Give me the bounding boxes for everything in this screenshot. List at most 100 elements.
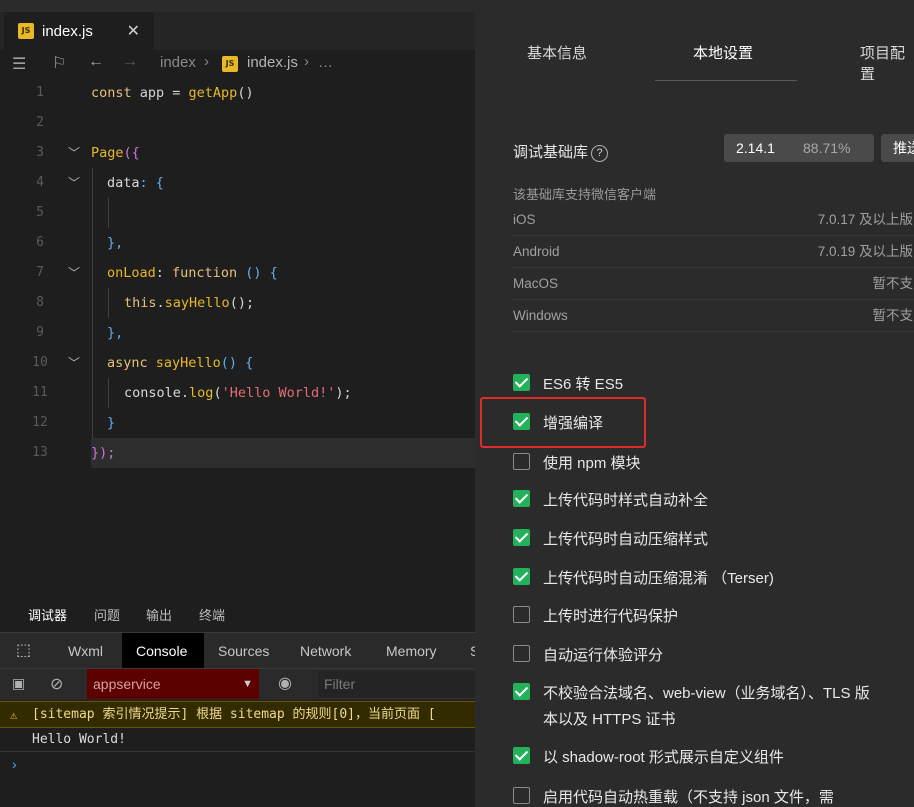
tab-local-settings[interactable]: 本地设置 <box>693 42 753 63</box>
tab-output[interactable]: 输出 <box>146 605 172 624</box>
line-number: 11 <box>32 385 48 400</box>
os-name: MacOS <box>513 276 559 291</box>
tab-label: index.js <box>42 22 93 40</box>
option-label: 上传时进行代码保护 <box>543 608 679 625</box>
tab-debugger[interactable]: 调试器 <box>28 605 67 624</box>
checkbox-unchecked[interactable] <box>513 787 530 804</box>
option-label: 上传代码时样式自动补全 <box>543 492 709 509</box>
tab-memory[interactable]: Memory <box>376 633 447 669</box>
os-name: Windows <box>513 308 568 323</box>
breadcrumb-more[interactable]: … <box>318 54 333 71</box>
inspect-element-icon[interactable]: ⬚ <box>6 633 41 669</box>
line-number: 1 <box>36 85 44 100</box>
editor-pane: JS index.js ✕ ☰ ⚐ ← → index › JS index.j… <box>0 0 475 807</box>
code-line: 9 }, <box>0 318 475 348</box>
fold-chevron-icon[interactable]: ﹀ <box>68 258 80 288</box>
bookmark-icon[interactable]: ⚐ <box>52 53 66 73</box>
checkbox-checked[interactable] <box>513 490 530 507</box>
fold-chevron-icon[interactable]: ﹀ <box>68 138 80 168</box>
option-label: 上传代码时自动压缩样式 <box>543 531 709 548</box>
tab-index-js[interactable]: JS index.js ✕ <box>4 12 154 50</box>
console-prompt[interactable]: › <box>0 752 475 776</box>
option-label: 上传代码时自动压缩混淆 （Terser) <box>543 570 774 587</box>
code-editor[interactable]: 1 const app = getApp() 2 3 ﹀ Page({ 4 ﹀ … <box>0 78 475 478</box>
tab-console[interactable]: Console <box>122 633 204 669</box>
os-version: 暂不支 <box>872 308 914 323</box>
code-line: 10 ﹀ async sayHello() { <box>0 348 475 378</box>
checkbox-unchecked[interactable] <box>513 606 530 623</box>
lib-version-select[interactable]: 2.14.1 88.71% <box>724 134 874 162</box>
os-row-android: Android 7.0.19 及以上版 <box>513 236 914 268</box>
context-select[interactable]: appservice ▼ <box>87 669 259 699</box>
os-version: 7.0.19 及以上版 <box>817 244 913 259</box>
close-icon[interactable]: ✕ <box>127 21 140 41</box>
breadcrumb-folder[interactable]: index <box>160 54 196 71</box>
option-label: 以 shadow-root 形式展示自定义组件 <box>543 749 784 766</box>
line-number: 9 <box>36 325 44 340</box>
code-line: 2 <box>0 108 475 138</box>
line-number: 2 <box>36 115 44 130</box>
dropdown-arrow-icon: ▼ <box>242 678 253 690</box>
line-number: 4 <box>36 175 44 190</box>
line-number: 5 <box>36 205 44 220</box>
tab-sources[interactable]: Sources <box>208 633 279 669</box>
line-number: 3 <box>36 145 44 160</box>
tab-network[interactable]: Network <box>290 633 361 669</box>
fold-chevron-icon[interactable]: ﹀ <box>68 168 80 198</box>
checkbox-checked[interactable] <box>513 413 530 430</box>
chevron-right-icon: › <box>204 53 209 70</box>
option-label: 启用代码自动热重载（不支持 json 文件，需 <box>543 789 834 806</box>
os-row-macos: MacOS 暂不支 <box>513 268 914 300</box>
checkbox-checked[interactable] <box>513 683 530 700</box>
checkbox-checked[interactable] <box>513 568 530 585</box>
eye-icon[interactable]: ◉ <box>278 673 292 693</box>
support-text: 该基础库支持微信客户端 <box>513 187 657 202</box>
tab-problems[interactable]: 问题 <box>94 605 120 624</box>
push-button[interactable]: 推送 <box>881 134 914 162</box>
option-label: ES6 转 ES5 <box>543 376 624 393</box>
os-row-windows: Windows 暂不支 <box>513 300 914 332</box>
back-arrow-icon[interactable]: ← <box>88 53 104 71</box>
code-line: 12 } <box>0 408 475 438</box>
code-line: 13 }); <box>0 438 475 468</box>
os-name: Android <box>513 244 560 259</box>
os-version: 7.0.17 及以上版 <box>817 212 913 227</box>
checkbox-unchecked[interactable] <box>513 453 530 470</box>
breadcrumb: ☰ ⚐ ← → index › JS index.js › … <box>0 50 475 78</box>
list-icon[interactable]: ☰ <box>12 54 26 74</box>
code-line: 7 ﹀ onLoad: function () { <box>0 258 475 288</box>
checkbox-checked[interactable] <box>513 529 530 546</box>
os-row-ios: iOS 7.0.17 及以上版 <box>513 204 914 236</box>
line-number: 12 <box>32 415 48 430</box>
clear-console-icon[interactable]: ⊘ <box>50 674 63 694</box>
breadcrumb-file[interactable]: index.js <box>247 54 298 71</box>
option-label: 不校验合法域名、web-view（业务域名）、TLS 版 <box>543 685 870 702</box>
tab-basic-info[interactable]: 基本信息 <box>527 42 587 63</box>
version-value: 2.14.1 <box>736 140 775 156</box>
fold-chevron-icon[interactable]: ﹀ <box>68 348 80 378</box>
settings-pane: 基本信息 本地设置 项目配置 调试基础库? 2.14.1 88.71% 推送 该… <box>475 0 914 807</box>
tab-project-config[interactable]: 项目配置 <box>860 42 914 84</box>
lib-label-text: 调试基础库 <box>513 144 589 161</box>
help-icon[interactable]: ? <box>591 145 609 162</box>
code-line: 3 ﹀ Page({ <box>0 138 475 168</box>
console-log: Hello World! <box>0 728 475 752</box>
tab-terminal[interactable]: 终端 <box>199 605 225 624</box>
tab-more[interactable]: S <box>460 633 475 669</box>
filter-input[interactable]: Filter <box>318 671 475 697</box>
code-line: 1 const app = getApp() <box>0 78 475 108</box>
devtools-tab-bar: ⬚ Wxml Console Sources Network Memory S <box>0 632 475 669</box>
code-line: 8 this.sayHello(); <box>0 288 475 318</box>
chevron-right-icon: › <box>304 53 309 70</box>
code-line: 6 }, <box>0 228 475 258</box>
forward-arrow-icon[interactable]: → <box>122 53 138 71</box>
js-file-icon: JS <box>222 56 238 72</box>
checkbox-checked[interactable] <box>513 747 530 764</box>
js-file-icon: JS <box>18 23 34 39</box>
checkbox-unchecked[interactable] <box>513 645 530 662</box>
line-number: 6 <box>36 235 44 250</box>
option-label: 增强编译 <box>543 415 604 432</box>
checkbox-checked[interactable] <box>513 374 530 391</box>
sidebar-toggle-icon[interactable]: ▣ <box>12 675 25 692</box>
tab-wxml[interactable]: Wxml <box>58 633 113 669</box>
